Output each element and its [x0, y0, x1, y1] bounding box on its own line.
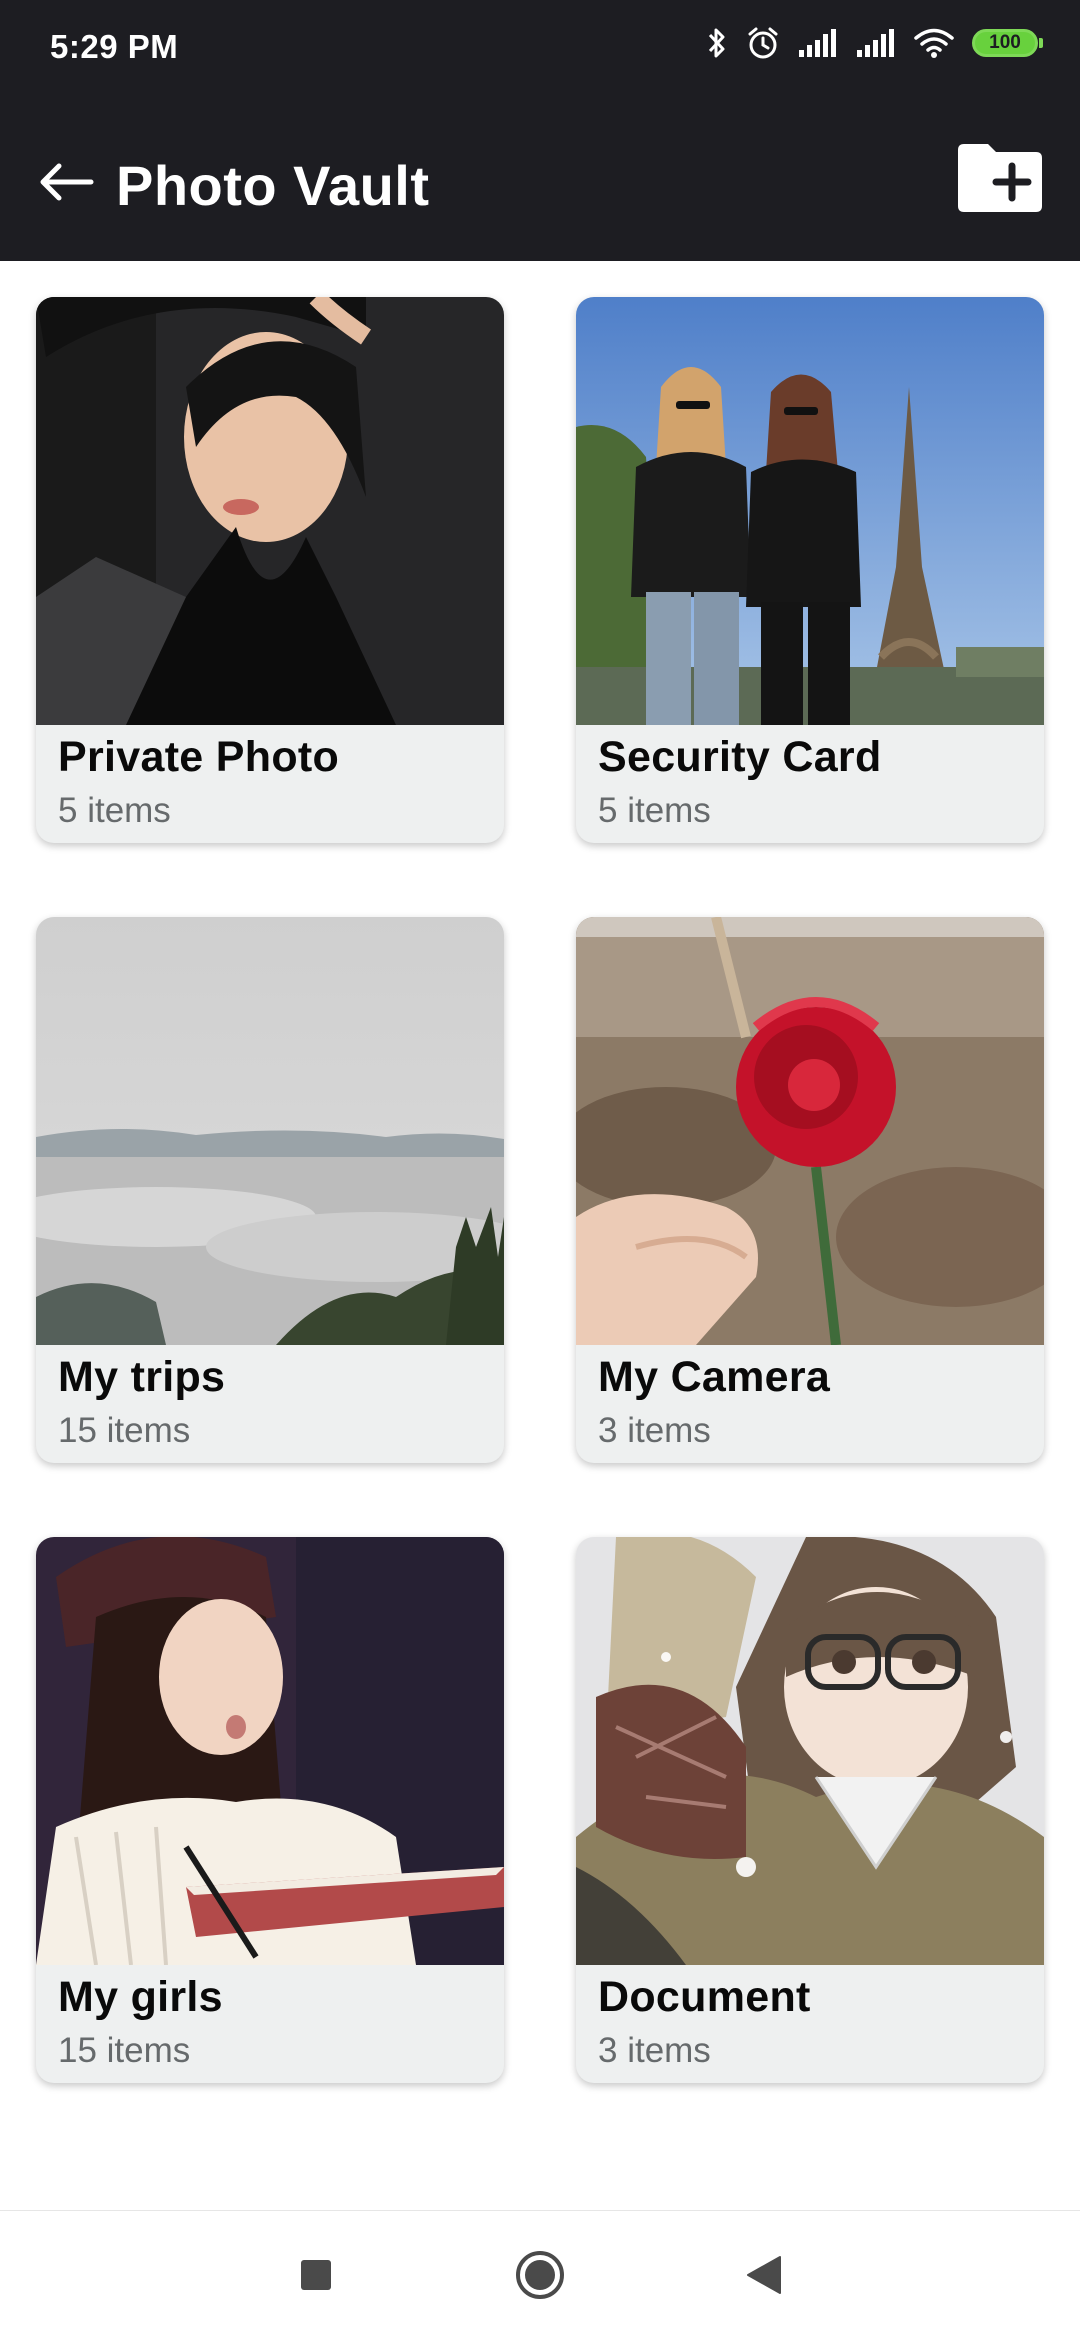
battery-icon: 100: [972, 29, 1043, 57]
system-nav-bar: [0, 2210, 1080, 2341]
wifi-icon: [914, 27, 954, 59]
signal-icon: [856, 28, 896, 58]
album-card-private-photo[interactable]: Private Photo 5 items: [36, 297, 504, 843]
new-folder-button[interactable]: [954, 140, 1046, 216]
battery-level: 100: [989, 32, 1021, 53]
album-count: 15 items: [58, 1411, 191, 1450]
album-count: 3 items: [598, 2031, 711, 2070]
album-thumbnail: [36, 917, 504, 1345]
arrow-left-icon: [37, 162, 95, 207]
album-count: 3 items: [598, 1411, 711, 1450]
app-bar: Photo Vault: [0, 96, 1080, 261]
recents-button[interactable]: [286, 2247, 346, 2307]
album-card-security-card[interactable]: Security Card 5 items: [576, 297, 1044, 843]
album-count: 5 items: [598, 791, 711, 830]
status-icons: 100: [706, 26, 1043, 60]
album-name: Document: [598, 1973, 811, 2021]
page-title: Photo Vault: [116, 154, 430, 217]
back-triangle-icon: [746, 2255, 782, 2300]
album-name: Private Photo: [58, 733, 340, 781]
alarm-icon: [746, 26, 780, 60]
album-count: 15 items: [58, 2031, 191, 2070]
home-button[interactable]: [510, 2247, 570, 2307]
signal-icon: [798, 28, 838, 58]
album-name: My trips: [58, 1353, 226, 1401]
album-card-my-camera[interactable]: My Camera 3 items: [576, 917, 1044, 1463]
album-thumbnail: [576, 1537, 1044, 1965]
status-bar: 5:29 PM 100: [0, 0, 1080, 96]
album-name: My Camera: [598, 1353, 831, 1401]
album-name: Security Card: [598, 733, 882, 781]
folder-plus-icon: [954, 144, 1046, 220]
album-name: My girls: [58, 1973, 223, 2021]
album-card-my-trips[interactable]: My trips 15 items: [36, 917, 504, 1463]
status-time: 5:29 PM: [50, 28, 179, 65]
recents-square-icon: [299, 2258, 333, 2297]
album-card-my-girls[interactable]: My girls 15 items: [36, 1537, 504, 2083]
album-thumbnail: [36, 1537, 504, 1965]
album-thumbnail: [576, 917, 1044, 1345]
back-nav-button[interactable]: [734, 2247, 794, 2307]
album-thumbnail: [36, 297, 504, 725]
back-button[interactable]: [28, 146, 104, 222]
home-circle-icon: [514, 2249, 566, 2306]
album-count: 5 items: [58, 791, 171, 830]
bluetooth-icon: [706, 26, 728, 60]
album-card-document[interactable]: Document 3 items: [576, 1537, 1044, 2083]
album-thumbnail: [576, 297, 1044, 725]
